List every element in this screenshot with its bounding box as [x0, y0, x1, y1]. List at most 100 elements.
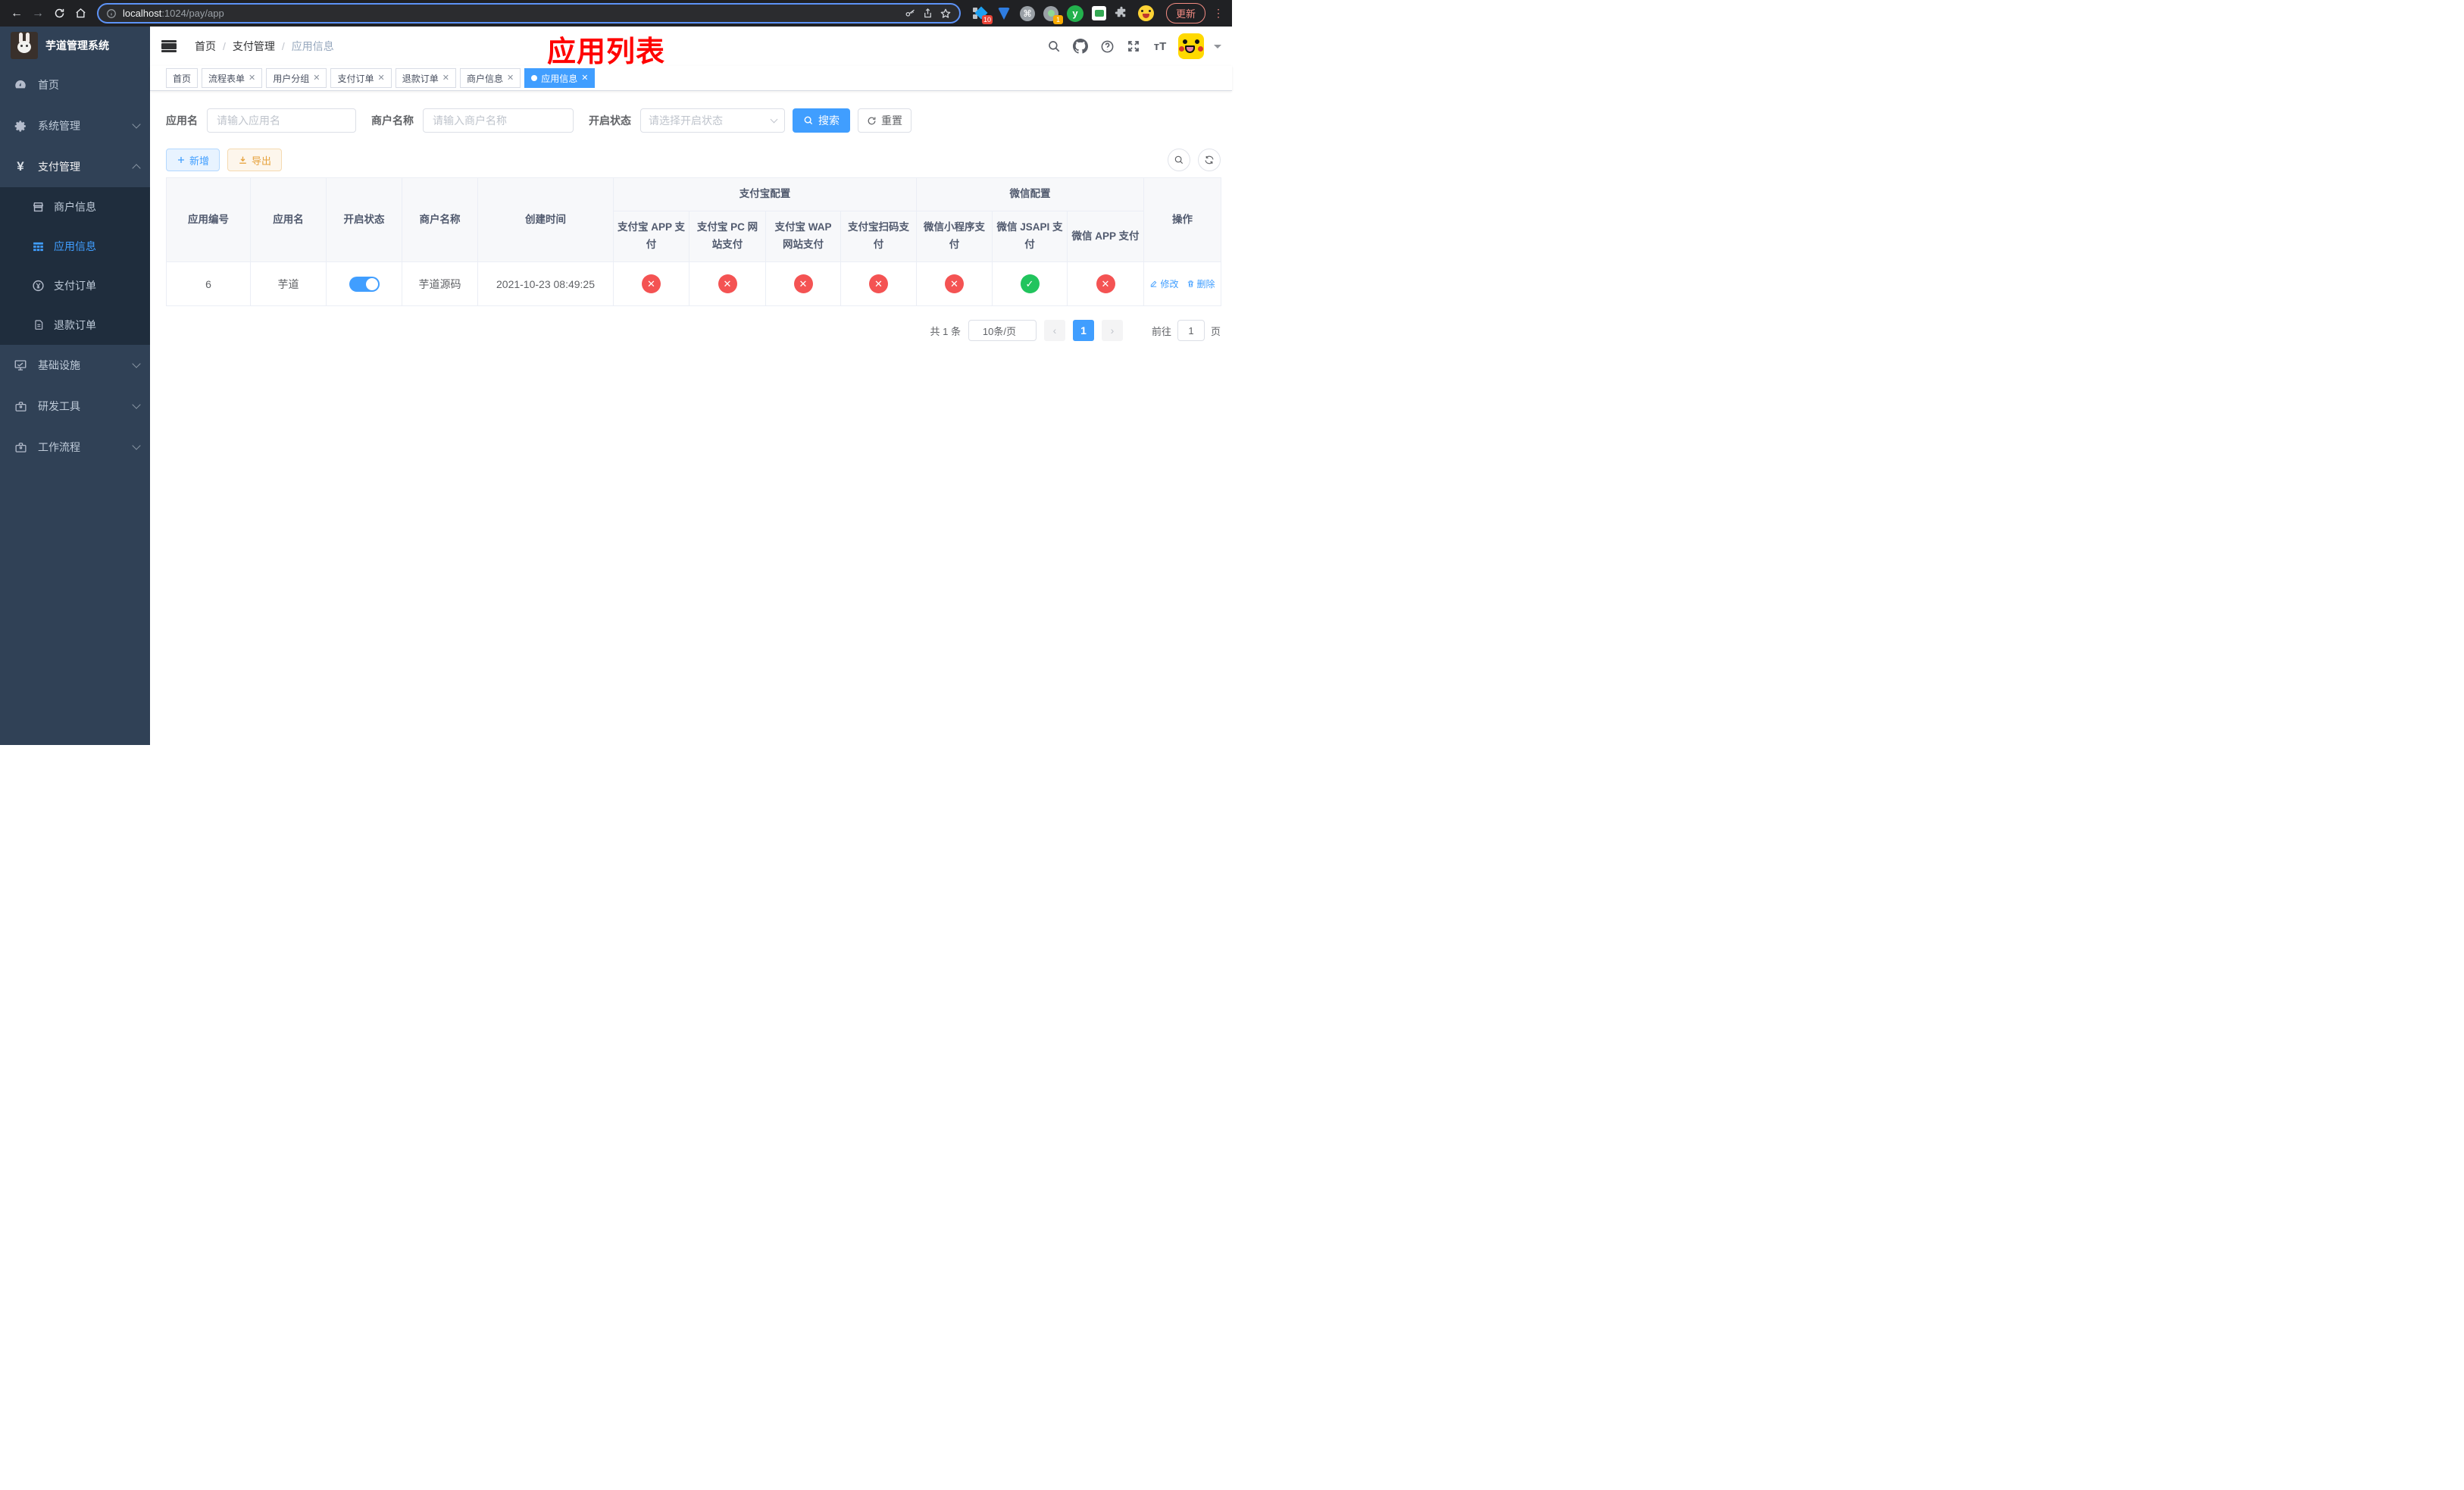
- page-size-select[interactable]: 10条/页: [968, 320, 1037, 341]
- address-bar[interactable]: localhost:1024/pay/app: [97, 3, 961, 23]
- close-icon[interactable]: ✕: [442, 74, 449, 83]
- extension-diamond-icon[interactable]: 10: [973, 6, 993, 24]
- table-toolbar: 新增 导出: [166, 149, 1221, 171]
- cell-alipay-qr: [840, 261, 917, 306]
- cell-status: [326, 261, 402, 306]
- col-header-status: 开启状态: [326, 177, 402, 262]
- tab-process-form[interactable]: 流程表单 ✕: [202, 68, 263, 88]
- sidebar-item-system[interactable]: 系统管理: [0, 105, 150, 146]
- search-form: 应用名 商户名称 开启状态 请选择开启状态 搜索: [166, 108, 1221, 133]
- tab-refund-orders[interactable]: 退款订单 ✕: [395, 68, 456, 88]
- sidebar-item-app-info[interactable]: 应用信息: [0, 227, 150, 266]
- site-info-icon[interactable]: [106, 8, 117, 19]
- chevron-down-icon: [132, 359, 141, 368]
- browser-menu-icon[interactable]: ⋮: [1213, 7, 1224, 20]
- col-header-wx-jsapi: 微信 JSAPI 支付: [992, 211, 1068, 262]
- sidebar-item-workflow[interactable]: 工作流程: [0, 427, 150, 468]
- toggle-search-button[interactable]: [1168, 149, 1190, 171]
- breadcrumb-home[interactable]: 首页: [195, 39, 216, 54]
- browser-update-button[interactable]: 更新: [1166, 3, 1206, 23]
- extension-gem-icon[interactable]: [996, 6, 1012, 21]
- sidebar-collapse-icon[interactable]: [161, 40, 177, 52]
- status-cross-icon: [945, 274, 964, 293]
- edit-link[interactable]: 修改: [1149, 277, 1179, 290]
- col-header-wx-mini: 微信小程序支付: [916, 211, 993, 262]
- extension-emoji-icon[interactable]: [1138, 5, 1154, 21]
- close-icon[interactable]: ✕: [378, 74, 385, 83]
- monitor-icon: [14, 358, 27, 372]
- sidebar-item-home[interactable]: 首页: [0, 64, 150, 105]
- sidebar-item-refund-orders[interactable]: 退款订单: [0, 305, 150, 345]
- export-button[interactable]: 导出: [227, 149, 283, 171]
- font-size-icon[interactable]: ᴛT: [1152, 38, 1168, 55]
- col-header-actions: 操作: [1143, 177, 1221, 262]
- extension-chat-icon[interactable]: [1092, 6, 1106, 20]
- next-page-button[interactable]: ›: [1101, 320, 1123, 341]
- field-label-merchant-name: 商户名称: [371, 114, 414, 127]
- tab-merchant-info[interactable]: 商户信息 ✕: [459, 68, 521, 88]
- cell-actions: 修改 删除: [1143, 261, 1221, 306]
- close-icon[interactable]: ✕: [581, 74, 588, 83]
- help-icon[interactable]: [1099, 38, 1115, 55]
- fullscreen-icon[interactable]: [1125, 38, 1142, 55]
- status-check-icon: [1020, 274, 1040, 293]
- storefront-icon: [32, 201, 45, 214]
- browser-reload-icon[interactable]: [50, 5, 68, 23]
- page-unit-label: 页: [1210, 325, 1221, 337]
- navbar: 首页 / 支付管理 / 应用信息 应用列表 ᴛT: [150, 27, 1232, 68]
- sidebar-item-pay-orders[interactable]: 支付订单: [0, 266, 150, 305]
- refresh-button[interactable]: [1198, 149, 1221, 171]
- github-icon[interactable]: [1072, 38, 1089, 55]
- sidebar-item-merchant-info[interactable]: 商户信息: [0, 187, 150, 227]
- extension-command-icon[interactable]: ⌘: [1020, 5, 1035, 21]
- payment-submenu: 商户信息 应用信息 支付订单 退款订单: [0, 187, 150, 345]
- tab-home[interactable]: 首页: [166, 68, 199, 88]
- user-avatar[interactable]: [1178, 33, 1204, 59]
- cell-created: 2021-10-23 08:49:25: [477, 261, 614, 306]
- extension-badge: 10: [981, 14, 993, 24]
- tab-app-info[interactable]: 应用信息 ✕: [524, 68, 596, 88]
- bookmark-star-icon[interactable]: [940, 8, 952, 20]
- sidebar-item-payment[interactable]: ¥ 支付管理: [0, 146, 150, 187]
- extension-recorder-icon[interactable]: 1: [1043, 5, 1063, 24]
- sidebar-item-dev-tools[interactable]: 研发工具: [0, 386, 150, 427]
- close-icon[interactable]: ✕: [507, 74, 514, 83]
- field-label-status: 开启状态: [589, 114, 631, 127]
- search-icon[interactable]: [1046, 38, 1062, 55]
- close-icon[interactable]: ✕: [249, 74, 255, 83]
- tab-pay-orders[interactable]: 支付订单 ✕: [330, 68, 392, 88]
- chevron-down-icon: [132, 120, 141, 129]
- extensions-puzzle-icon[interactable]: [1115, 6, 1130, 21]
- browser-back-icon[interactable]: ←: [8, 5, 26, 23]
- user-menu-caret-icon[interactable]: [1214, 44, 1221, 52]
- group-header-alipay: 支付宝配置: [613, 177, 917, 211]
- password-key-icon[interactable]: [905, 8, 916, 19]
- search-button[interactable]: 搜索: [793, 108, 850, 133]
- cell-alipay-app: [613, 261, 689, 306]
- status-toggle[interactable]: [349, 276, 380, 292]
- col-header-wx-app: 微信 APP 支付: [1067, 211, 1144, 262]
- sidebar-item-infrastructure[interactable]: 基础设施: [0, 345, 150, 386]
- close-icon[interactable]: ✕: [313, 74, 320, 83]
- tab-user-group[interactable]: 用户分组 ✕: [266, 68, 327, 88]
- extension-y-icon[interactable]: y: [1067, 5, 1083, 22]
- breadcrumb-payment[interactable]: 支付管理: [233, 39, 275, 54]
- goto-page-input[interactable]: [1177, 320, 1205, 341]
- browser-forward-icon[interactable]: →: [29, 5, 47, 23]
- app-name-input[interactable]: [207, 108, 356, 133]
- share-icon[interactable]: [922, 8, 933, 19]
- chevron-down-icon: [132, 400, 141, 409]
- reset-button[interactable]: 重置: [858, 108, 911, 133]
- chevron-down-icon: [132, 441, 141, 450]
- add-button[interactable]: 新增: [166, 149, 220, 171]
- browser-home-icon[interactable]: [71, 5, 89, 23]
- status-cross-icon: [642, 274, 661, 293]
- prev-page-button[interactable]: ‹: [1043, 320, 1065, 341]
- app-logo-row[interactable]: 芋道管理系统: [0, 27, 150, 64]
- status-select[interactable]: 请选择开启状态: [640, 108, 785, 133]
- merchant-name-input[interactable]: [423, 108, 574, 133]
- active-dot: [531, 75, 538, 81]
- page-number-button[interactable]: 1: [1072, 320, 1094, 341]
- cell-app-id: 6: [166, 261, 251, 306]
- delete-link[interactable]: 删除: [1187, 277, 1215, 290]
